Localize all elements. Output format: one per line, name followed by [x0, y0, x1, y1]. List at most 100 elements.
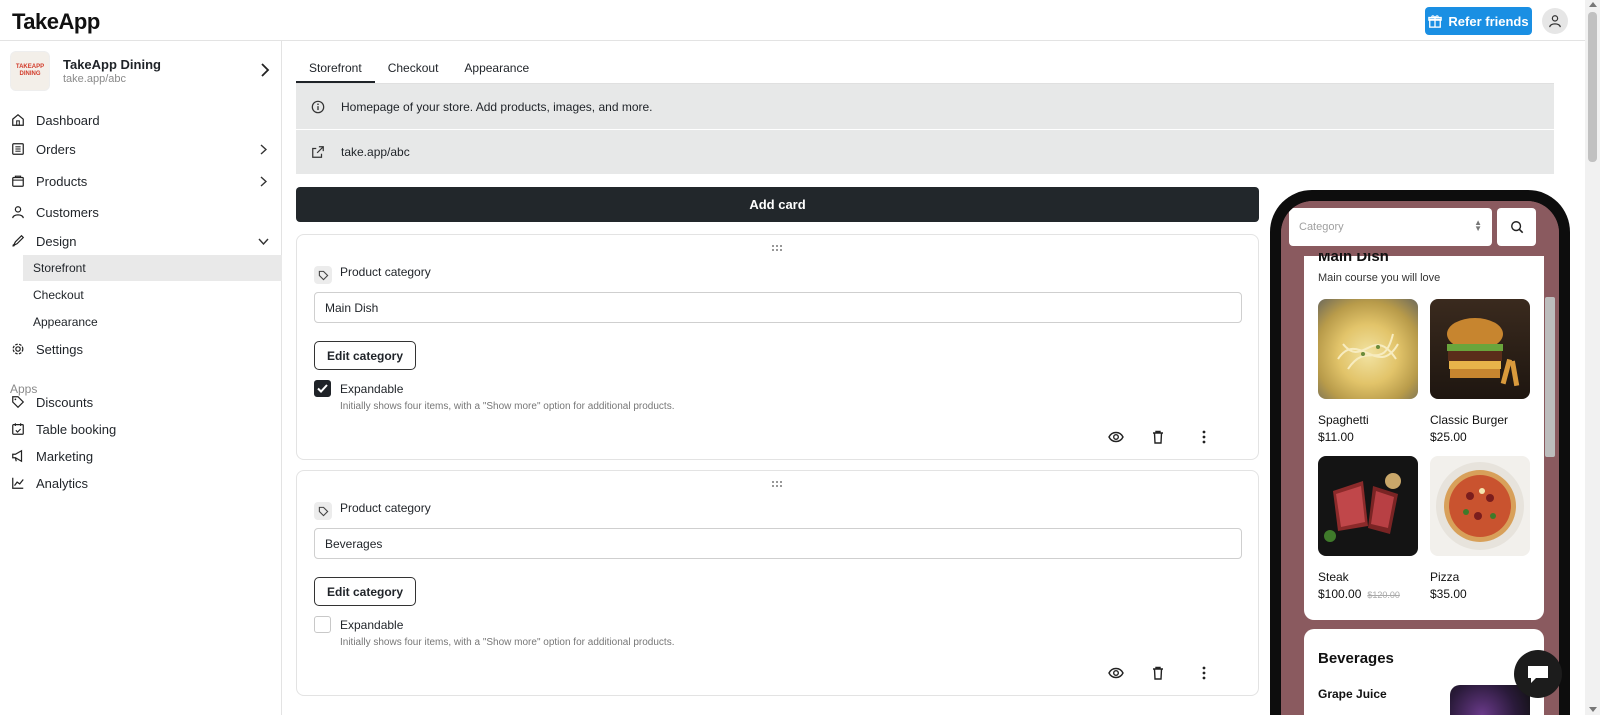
trash-icon	[1153, 666, 1163, 680]
category-select[interactable]: Category ▲ ▼	[1289, 208, 1492, 246]
category-input[interactable]: Beverages	[314, 528, 1242, 559]
edit-category-button[interactable]: Edit category	[314, 577, 416, 606]
info-banner: Homepage of your store. Add products, im…	[296, 84, 1554, 129]
more-options-button[interactable]	[1195, 664, 1213, 682]
refer-friends-label: Refer friends	[1448, 13, 1529, 29]
home-icon	[12, 113, 24, 126]
sidebar-item-orders[interactable]: Orders	[0, 135, 282, 163]
sidebar-item-marketing[interactable]: Marketing	[0, 442, 282, 470]
product-price: $11.00	[1318, 430, 1354, 444]
store-link-bar[interactable]: take.app/abc	[296, 130, 1554, 174]
edit-category-button[interactable]: Edit category	[314, 341, 416, 370]
sidebar-subitem-checkout[interactable]: Checkout	[23, 282, 282, 308]
expandable-checkbox[interactable]	[314, 380, 331, 397]
chevron-right-icon	[261, 63, 270, 77]
preview-scrollbar-thumb[interactable]	[1545, 297, 1555, 457]
expandable-hint: Initially shows four items, with a "Show…	[340, 637, 675, 648]
sidebar-item-discounts[interactable]: Discounts	[0, 388, 282, 416]
preview-filter-bar: Category ▲ ▼	[1281, 201, 1559, 253]
drag-handle-icon[interactable]	[770, 480, 784, 488]
sidebar-item-customers[interactable]: Customers	[0, 198, 282, 226]
preview-button[interactable]	[1107, 428, 1125, 446]
chevron-right-icon	[260, 176, 267, 187]
tab-checkout[interactable]: Checkout	[375, 55, 452, 83]
store-url: take.app/abc	[63, 73, 126, 85]
external-link-icon	[312, 146, 324, 158]
info-icon	[311, 100, 325, 114]
add-card-button[interactable]: Add card	[296, 187, 1259, 222]
sidebar-item-label: Settings	[36, 341, 83, 357]
scroll-up-icon[interactable]	[1589, 2, 1597, 7]
category-input[interactable]: Main Dish	[314, 292, 1242, 323]
product-name: Classic Burger	[1430, 413, 1509, 427]
store-logo-text: TAKEAPP DINING	[15, 64, 45, 77]
eye-icon	[1108, 431, 1124, 443]
tab-storefront[interactable]: Storefront	[296, 55, 375, 83]
expandable-hint: Initially shows four items, with a "Show…	[340, 401, 675, 412]
sidebar-subitem-appearance[interactable]: Appearance	[23, 309, 282, 335]
expandable-label: Expandable	[340, 382, 404, 396]
product-name: Pizza	[1430, 570, 1460, 584]
calendar-icon	[12, 423, 24, 435]
chat-button[interactable]	[1514, 650, 1562, 698]
sidebar-item-label: Table booking	[36, 421, 117, 437]
more-options-button[interactable]	[1195, 428, 1213, 446]
app-logo[interactable]: TakeApp	[12, 9, 100, 35]
sidebar-item-table-booking[interactable]: Table booking	[0, 415, 282, 443]
sidebar-item-design[interactable]: Design	[0, 227, 282, 255]
sidebar-item-settings[interactable]: Settings	[0, 335, 282, 363]
sidebar-item-label: Products	[36, 173, 88, 189]
delete-button[interactable]	[1149, 664, 1167, 682]
trash-icon	[1153, 430, 1163, 444]
store-link-text[interactable]: take.app/abc	[341, 145, 410, 159]
eye-icon	[1108, 667, 1124, 679]
category-input-value: Beverages	[325, 536, 383, 551]
category-card-main-dish: Product category Main Dish Edit category…	[296, 234, 1259, 460]
products-icon	[12, 175, 24, 187]
expandable-checkbox[interactable]	[314, 616, 331, 633]
preview-product-card[interactable]: Spaghetti $11.00	[1318, 299, 1418, 444]
sidebar-item-dashboard[interactable]: Dashboard	[0, 106, 282, 134]
preview-screen[interactable]: Main Dish Main course you will love Spag…	[1281, 201, 1559, 715]
product-price-value: $100.00	[1318, 587, 1362, 601]
tag-icon	[12, 396, 25, 409]
chevron-right-icon	[260, 144, 267, 155]
delete-button[interactable]	[1149, 428, 1167, 446]
product-image-steak	[1318, 456, 1418, 556]
product-image-grape-juice	[1450, 685, 1530, 715]
account-avatar[interactable]	[1542, 8, 1568, 34]
sidebar-item-analytics[interactable]: Analytics	[0, 469, 282, 497]
sidebar: TAKEAPP DINING TakeApp Dining take.app/a…	[0, 41, 282, 715]
sidebar-item-label: Design	[36, 233, 77, 249]
gear-icon	[12, 343, 24, 355]
product-image-burger	[1430, 299, 1530, 399]
scrollbar-thumb[interactable]	[1588, 12, 1597, 162]
sidebar-item-products[interactable]: Products	[0, 167, 282, 195]
card-type-label: Product category	[340, 501, 431, 515]
preview-product-card[interactable]: Classic Burger $25.00	[1430, 299, 1530, 444]
refer-friends-button[interactable]: Refer friends	[1425, 7, 1532, 35]
store-switcher[interactable]: TAKEAPP DINING TakeApp Dining take.app/a…	[10, 51, 275, 93]
sidebar-item-label: Orders	[36, 141, 76, 157]
preview-product-card[interactable]: Pizza $35.00	[1430, 456, 1530, 601]
user-icon	[12, 206, 24, 219]
drag-handle-icon[interactable]	[770, 244, 784, 252]
page-scrollbar[interactable]	[1585, 0, 1600, 715]
preview-search-button[interactable]	[1497, 208, 1536, 246]
preview-product-card[interactable]: Steak $100.00 $120.00	[1318, 456, 1418, 601]
storefront-preview-phone: Main Dish Main course you will love Spag…	[1270, 190, 1570, 715]
sidebar-subitem-label: Appearance	[33, 315, 98, 329]
preview-button[interactable]	[1107, 664, 1125, 682]
tab-appearance[interactable]: Appearance	[451, 55, 542, 83]
category-input-value: Main Dish	[325, 300, 379, 315]
sidebar-subitem-label: Checkout	[33, 288, 84, 302]
chart-icon	[12, 477, 24, 489]
product-price: $25.00	[1430, 430, 1467, 444]
chat-icon	[1528, 666, 1548, 683]
expandable-label: Expandable	[340, 618, 404, 632]
category-card-beverages: Product category Beverages Edit category…	[296, 470, 1259, 696]
scroll-down-icon[interactable]	[1589, 707, 1597, 712]
sidebar-subitem-storefront[interactable]: Storefront	[23, 255, 282, 281]
preview-product-name[interactable]: Grape Juice	[1318, 687, 1387, 701]
top-bar: TakeApp Refer friends	[0, 0, 1585, 41]
